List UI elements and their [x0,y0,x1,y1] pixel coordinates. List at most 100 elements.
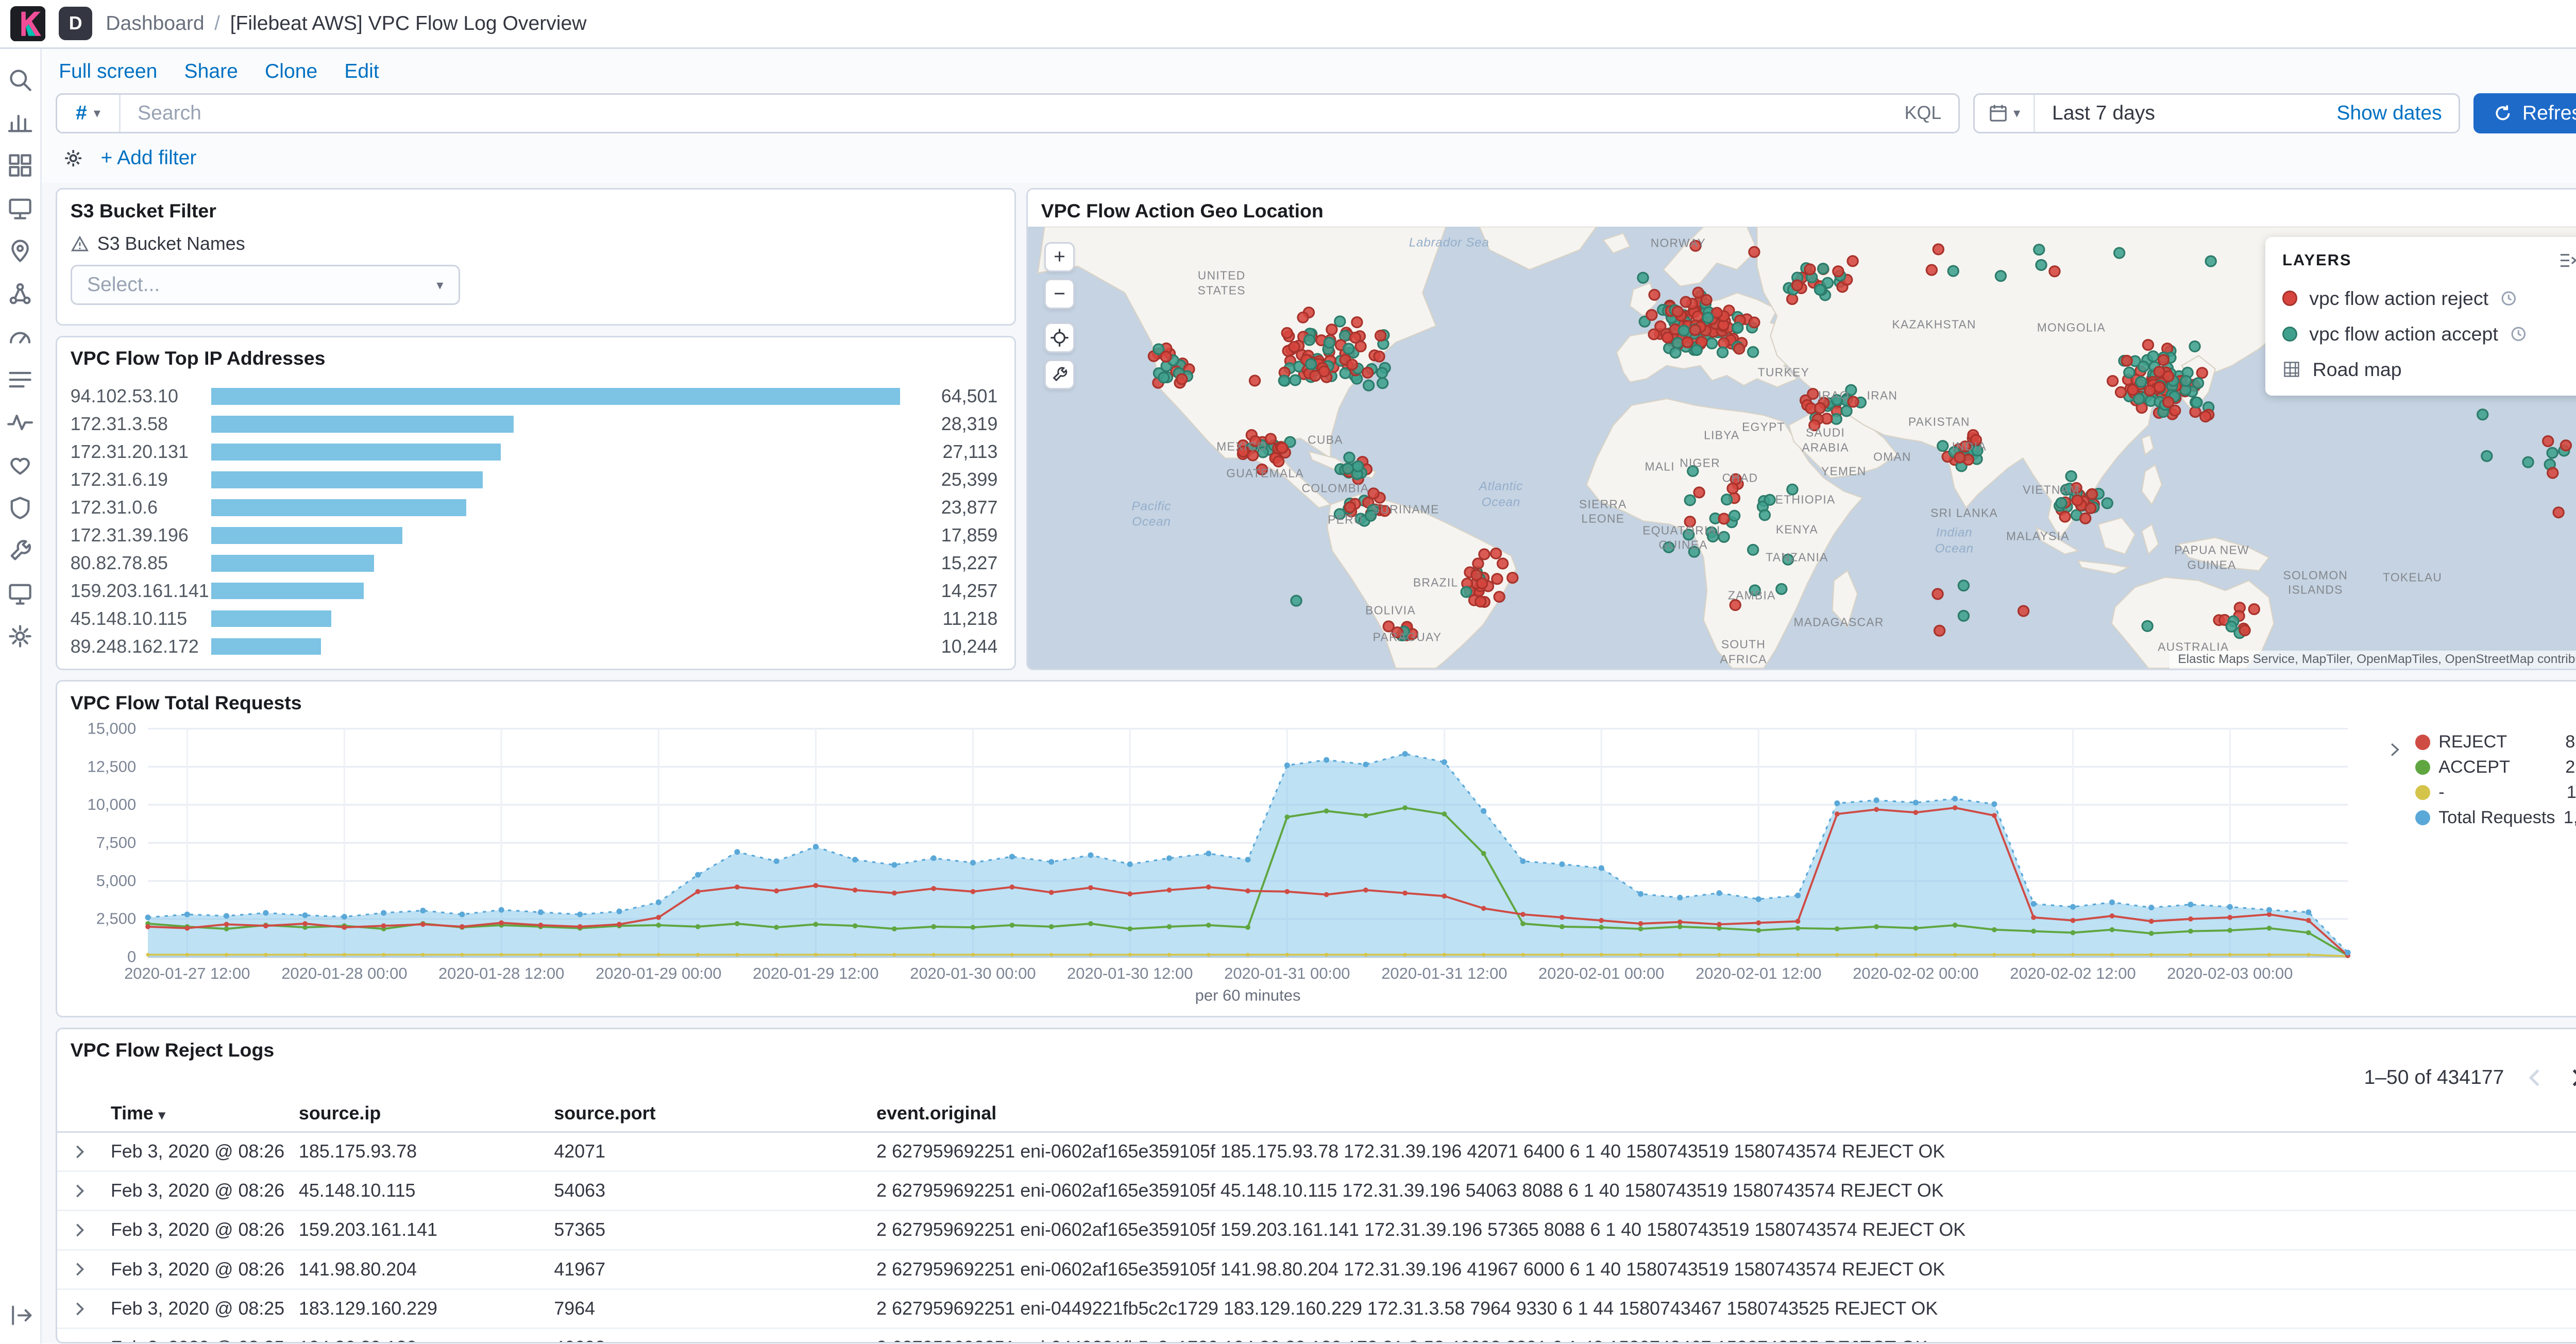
expand-row-icon[interactable] [71,1182,89,1200]
ip-bar[interactable] [211,471,483,488]
chevron-down-icon: ▾ [93,105,100,121]
expand-nav-button[interactable] [7,1301,35,1330]
time-range-value[interactable]: Last 7 days [2035,102,2319,125]
world-map[interactable]: NORWAY UNITED STATES MEXICO CUBA GUATEMALA CO… [1027,227,2576,669]
sidebar-item-visualize[interactable] [6,108,35,137]
sidebar-item-uptime[interactable] [6,451,35,479]
panel-title: VPC Flow Total Requests [70,691,302,713]
gauge-icon [10,332,31,344]
tools-wrench-icon [1053,367,1067,382]
total-requests-chart[interactable]: 0 2,500 5,000 7,500 10,000 12,500 15,000 2020-0… [57,719,2394,1016]
bar-track [211,471,900,488]
svg-text:2020-01-29 00:00: 2020-01-29 00:00 [596,965,721,983]
breadcrumb-dashboard[interactable]: Dashboard [106,12,204,35]
refresh-button[interactable]: Refresh [2473,93,2576,134]
s3-bucket-names-label: S3 Bucket Names [57,227,1014,258]
ip-bar[interactable] [211,610,331,627]
legend-label: - [2438,782,2445,802]
legend-item[interactable]: Total Requests 1,226 [2415,808,2576,828]
search-input[interactable] [121,94,1888,132]
cell-time: Feb 3, 2020 @ 08:26:14.000 [110,1141,285,1162]
search-group: # ▾ KQL [55,93,1960,134]
query-bar: # ▾ KQL ▾ Last 7 days Show dates [42,88,2576,139]
full-screen-button[interactable]: Full screen [59,60,157,83]
table-row: Feb 3, 2020 @ 08:25:25.000194.26.29.1304… [57,1329,2576,1343]
ip-label: 172.31.20.131 [70,441,189,462]
expand-row-icon[interactable] [71,1143,89,1161]
ip-bar[interactable] [211,444,501,461]
ip-bar[interactable] [211,416,514,433]
svg-text:2020-01-28 00:00: 2020-01-28 00:00 [281,965,407,983]
layer-item-road-map[interactable]: Road map [2265,352,2576,387]
sidebar-item-dashboard[interactable] [6,151,35,179]
prev-page-button[interactable] [2524,1067,2546,1088]
sidebar-item-stack-monitoring[interactable] [6,579,35,607]
cell-event-original: 2 627959692251 eni-0602af165e359105f 185… [876,1141,1945,1162]
cell-source-port: 7964 [554,1298,596,1319]
sidebar-item-maps[interactable] [6,237,35,265]
ip-bar[interactable] [211,554,375,572]
svg-text:2020-01-30 00:00: 2020-01-30 00:00 [910,965,1036,983]
sidebar-item-logs[interactable] [6,365,35,394]
search-icon [10,70,31,91]
ip-bar[interactable] [211,638,321,655]
column-header-event-original[interactable]: event.original [863,1103,2576,1124]
sidebar-item-management[interactable] [6,622,35,651]
sidebar-item-machine-learning[interactable] [6,280,35,308]
sidebar-item-apm[interactable] [6,408,35,436]
menu-expand-icon [12,1306,32,1325]
add-filter-button[interactable]: + Add filter [101,147,197,169]
calendar-menu-button[interactable]: ▾ [1975,94,2036,132]
show-dates-button[interactable]: Show dates [2320,102,2459,125]
saved-query-menu-button[interactable]: # ▾ [57,94,121,132]
expand-row-icon[interactable] [71,1221,89,1239]
collapse-layers-icon[interactable] [2558,250,2576,270]
ip-bar[interactable] [211,582,364,600]
basemap-grid-icon [2284,362,2299,377]
sidebar-item-metrics[interactable] [6,322,35,351]
fit-to-data-button[interactable] [1044,322,1075,353]
legend-item[interactable]: - 110 [2415,782,2576,803]
zoom-in-button[interactable]: + [1044,242,1075,273]
sidebar-item-dev-tools[interactable] [6,536,35,565]
legend-value: 110 [2566,782,2576,802]
crosshair-icon [1050,329,1069,347]
ip-bar[interactable] [211,526,402,544]
expand-row-icon[interactable] [71,1300,89,1318]
ip-bar[interactable] [211,388,901,405]
expand-row-icon[interactable] [71,1260,89,1279]
layer-item-reject[interactable]: vpc flow action reject [2265,281,2576,316]
map-tools-button[interactable] [1044,359,1075,390]
s3-bucket-select[interactable]: Select... ▾ [70,264,460,305]
column-header-time[interactable]: Time ▾ [97,1103,285,1124]
legend-item[interactable]: ACCEPT 253 [2415,757,2576,777]
share-button[interactable]: Share [184,60,238,83]
ip-bar-row: 172.31.39.196 17,859 [71,523,998,547]
ip-value: 10,244 [941,636,998,657]
svg-text:2020-01-27 12:00: 2020-01-27 12:00 [124,965,250,983]
sidebar-item-siem[interactable] [6,494,35,522]
cell-source-port: 54063 [554,1180,606,1201]
filter-options-button[interactable] [62,147,84,169]
expand-row-icon[interactable] [71,1339,89,1343]
layer-item-accept[interactable]: vpc flow action accept [2265,316,2576,352]
kql-language-button[interactable]: KQL [1888,103,1958,124]
cell-event-original: 2 627959692251 eni-0449221fb5c2c1729 183… [876,1298,1938,1319]
edit-button[interactable]: Edit [344,60,379,83]
sidebar-item-discover[interactable] [6,65,35,94]
ip-bar[interactable] [211,499,467,516]
clone-button[interactable]: Clone [265,60,317,83]
panel-s3-bucket-filter: S3 Bucket Filter S3 Bucket Names Select.… [55,188,1016,326]
space-badge[interactable]: D [59,7,93,41]
kibana-app: D Dashboard / [Filebeat AWS] VPC Flow Lo… [0,0,2576,1343]
column-header-source-ip[interactable]: source.ip [285,1103,540,1124]
legend-collapse-icon[interactable] [2386,734,2403,765]
next-page-button[interactable] [2566,1067,2576,1088]
sidebar-item-canvas[interactable] [6,194,35,222]
cell-time: Feb 3, 2020 @ 08:26:14.000 [110,1219,285,1240]
zoom-out-button[interactable]: − [1044,279,1075,310]
kibana-logo[interactable] [10,6,45,41]
column-header-source-port[interactable]: source.port [540,1103,863,1124]
legend-item[interactable]: REJECT 863 [2415,732,2576,752]
svg-text:0: 0 [127,948,136,966]
